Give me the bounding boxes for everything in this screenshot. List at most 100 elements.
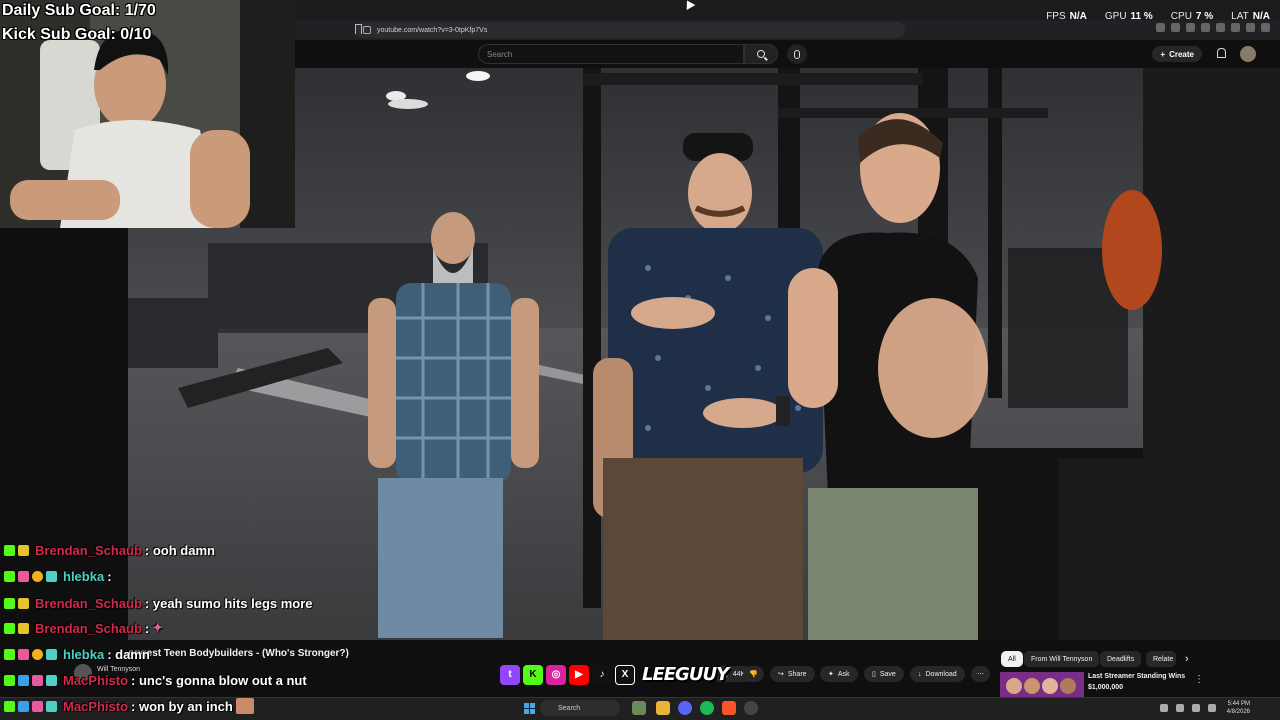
chat-message: MacPhisto : won by an inch xyxy=(4,697,254,715)
plus-icon: + xyxy=(1160,49,1166,59)
chat-text: : xyxy=(144,620,150,636)
instagram-icon: ◎ xyxy=(546,664,566,685)
site-info-icon[interactable] xyxy=(363,26,371,34)
kick-badge-icon xyxy=(4,597,15,609)
chevron-right-icon[interactable]: › xyxy=(1185,653,1189,665)
share-button[interactable]: ↪ Share xyxy=(770,666,815,682)
kick-badge-icon xyxy=(4,622,15,634)
extension-icon[interactable] xyxy=(1171,23,1180,32)
obs-icon[interactable] xyxy=(744,701,758,715)
search-input[interactable]: Search xyxy=(478,44,744,64)
volume-icon[interactable] xyxy=(1192,704,1200,712)
twitch-icon: t xyxy=(500,664,520,685)
tier-badge-icon xyxy=(46,674,57,686)
gift-badge-icon xyxy=(32,674,43,686)
chip-all[interactable]: All xyxy=(1001,651,1023,667)
ask-label: Ask xyxy=(837,670,850,678)
extension-icons xyxy=(1156,23,1270,32)
chat-username: Brendan_Schaub xyxy=(35,542,142,558)
kick-badge-icon xyxy=(4,674,15,686)
chevron-up-icon[interactable] xyxy=(1160,704,1168,712)
thumbnail-art xyxy=(1000,672,1084,697)
create-button[interactable]: + Create xyxy=(1152,46,1202,62)
discord-icon[interactable] xyxy=(678,701,692,715)
brave-icon[interactable] xyxy=(722,701,736,715)
menu-icon[interactable] xyxy=(1261,23,1270,32)
download-label: Download xyxy=(925,670,957,678)
clock-time: 5:44 PM xyxy=(1227,701,1250,707)
gift-badge-icon xyxy=(18,570,29,582)
chat-username: MacPhisto xyxy=(63,698,129,714)
sparkle-icon: ✦ xyxy=(828,671,834,678)
chat-text: : ooh damn xyxy=(144,542,215,558)
more-actions-button[interactable]: ⋯ xyxy=(971,666,990,682)
extension-icon[interactable] xyxy=(1231,23,1240,32)
chat-message: Brendan_Schaub : ooh damn xyxy=(4,541,215,559)
medicine-ball xyxy=(1102,190,1162,310)
address-bar[interactable]: youtube.com/watch?v=3-0tpKfp7Vs xyxy=(355,22,905,38)
recommended-title[interactable]: Last Streamer Standing Wins xyxy=(1088,673,1185,680)
verified-badge-icon xyxy=(18,674,29,686)
video-title: ...ongest Teen Bodybuilders - (Who's Str… xyxy=(120,648,349,659)
coin-badge-icon xyxy=(32,570,43,582)
battery-icon[interactable] xyxy=(1208,704,1216,712)
recommended-thumbnail[interactable] xyxy=(1000,672,1084,697)
tiktok-icon: ♪ xyxy=(592,664,612,685)
app-icon[interactable] xyxy=(632,701,646,715)
search-icon xyxy=(757,50,765,58)
voice-search-icon[interactable] xyxy=(787,44,807,64)
gift-badge-icon xyxy=(32,700,43,712)
verified-badge-icon xyxy=(18,700,29,712)
youtube-icon: ▶ xyxy=(569,664,589,685)
system-clock[interactable]: 5:44 PM 4/8/2026 xyxy=(1227,700,1250,716)
chip-deadlifts[interactable]: Deadlifts xyxy=(1100,651,1142,667)
download-button[interactable]: ↓ Download xyxy=(910,666,965,682)
webcam-feed: Daily Sub Goal: 1/70 Kick Sub Goal: 0/10 xyxy=(0,0,295,228)
save-button[interactable]: ▯ Save xyxy=(864,666,904,682)
kick-badge-icon xyxy=(4,570,15,582)
taskbar-search[interactable]: Search xyxy=(540,700,620,716)
chat-text: : unc's gonna blow out a nut xyxy=(131,672,307,688)
kebab-menu-icon[interactable]: ⋮ xyxy=(1194,674,1204,685)
extension-icon[interactable] xyxy=(1216,23,1225,32)
save-label: Save xyxy=(879,670,896,678)
chat-message: hlebka : xyxy=(4,567,112,585)
create-label: Create xyxy=(1169,49,1194,59)
bookmark-icon[interactable] xyxy=(355,24,362,34)
chip-related[interactable]: Relate xyxy=(1146,651,1176,667)
share-icon: ↪ xyxy=(778,671,784,678)
tier-badge-icon xyxy=(46,570,57,582)
sub-badge-icon xyxy=(18,544,29,556)
download-icon: ↓ xyxy=(918,670,922,678)
chat-username: hlebka xyxy=(63,646,105,662)
share-label: Share xyxy=(787,670,807,678)
wifi-icon[interactable] xyxy=(1176,704,1184,712)
windows-start-icon[interactable] xyxy=(524,703,535,714)
emote-icon xyxy=(235,698,254,714)
file-explorer-icon[interactable] xyxy=(656,701,670,715)
dislike-button[interactable]: 👎 xyxy=(743,666,764,682)
chat-message: MacPhisto : unc's gonna blow out a nut xyxy=(4,671,307,689)
chat-text: : yeah sumo hits legs more xyxy=(144,595,313,611)
chat-text: : damn xyxy=(107,646,150,662)
screen: FPS N/A GPU 11 % CPU 7 % LAT N/A youtube.com… xyxy=(0,0,1280,720)
x-icon: X xyxy=(615,664,635,685)
extension-icon[interactable] xyxy=(1156,23,1165,32)
spotify-icon[interactable] xyxy=(700,701,714,715)
extension-icon[interactable] xyxy=(1186,23,1195,32)
coin-badge-icon xyxy=(32,648,43,660)
ask-button[interactable]: ✦ Ask xyxy=(820,666,858,682)
chip-from-channel[interactable]: From Will Tennyson xyxy=(1024,651,1100,667)
sub-badge-icon xyxy=(18,622,29,634)
more-icon: ⋯ xyxy=(977,671,984,678)
kick-badge-icon xyxy=(4,700,15,712)
notifications-icon[interactable] xyxy=(1217,48,1226,58)
streamer-logo: LEEGUUY xyxy=(642,664,729,685)
search-button[interactable] xyxy=(744,44,778,64)
extension-icon[interactable] xyxy=(1201,23,1210,32)
chat-message: Brendan_Schaub : ✦ xyxy=(4,619,163,637)
extension-icon[interactable] xyxy=(1246,23,1255,32)
youtube-header: Search + Create xyxy=(295,40,1280,68)
chat-text: : won by an inch xyxy=(131,698,233,714)
account-avatar[interactable] xyxy=(1240,46,1256,62)
